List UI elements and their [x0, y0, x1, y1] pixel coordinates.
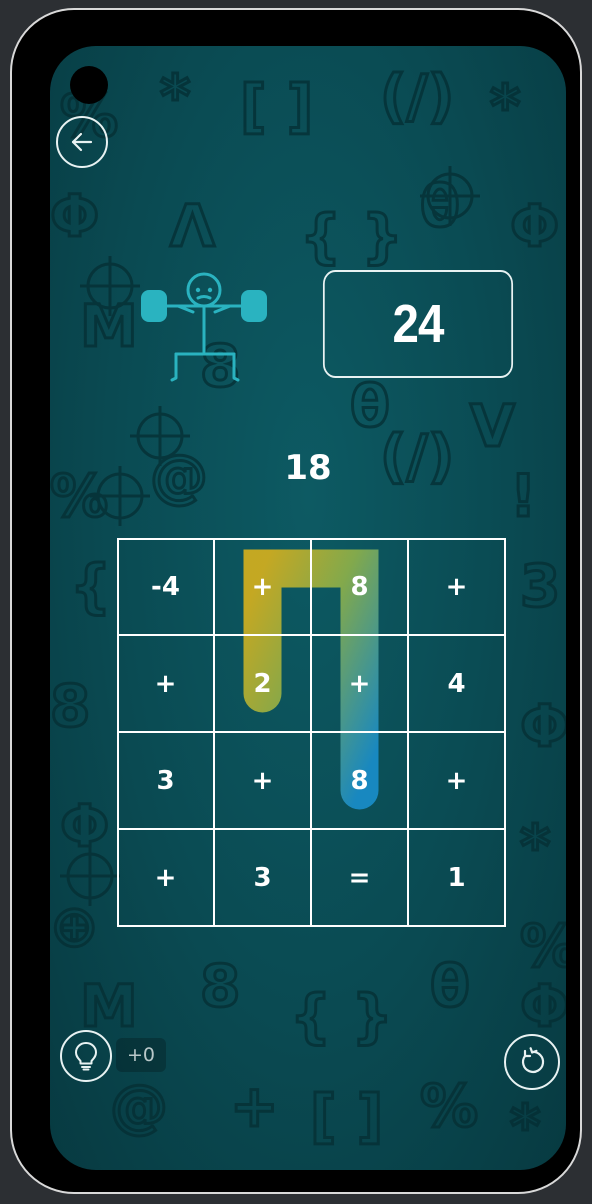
grid-cell[interactable]: 1 [408, 829, 505, 926]
game-screen: %*[ ](/)* ΦΛ{ }θΦ M8θV %@(/)! {38Φ Φ*⊕% … [50, 46, 566, 1170]
puzzle-grid: -4 + 8 + + 2 + 4 3 + 8 + + 3 = 1 [117, 538, 506, 927]
hint-count: +0 [116, 1038, 166, 1072]
grid-cell[interactable]: 4 [408, 635, 505, 732]
svg-text:%: % [520, 912, 566, 980]
arrow-left-icon [71, 132, 93, 152]
grid-cell[interactable]: 3 [214, 829, 311, 926]
svg-text:Φ: Φ [520, 692, 566, 760]
grid-cell[interactable]: 3 [117, 732, 214, 829]
restart-icon [522, 1047, 545, 1073]
restart-button[interactable] [504, 1034, 560, 1090]
grid-cell[interactable]: + [311, 635, 408, 732]
svg-text:+: + [230, 1072, 279, 1140]
grid-cell[interactable]: + [214, 732, 311, 829]
svg-text:*: * [160, 62, 190, 130]
current-value: 18 [284, 448, 332, 488]
phone-frame: %*[ ](/)* ΦΛ{ }θΦ M8θV %@(/)! {38Φ Φ*⊕% … [10, 8, 582, 1194]
svg-text:*: * [510, 1092, 540, 1160]
grid-cell[interactable]: + [214, 538, 311, 635]
svg-text:8: 8 [50, 672, 90, 740]
svg-text:θ: θ [430, 952, 470, 1020]
svg-text:Φ: Φ [60, 792, 109, 860]
svg-text:%: % [420, 1072, 478, 1140]
target-number: 24 [322, 270, 514, 378]
grid-cell[interactable]: + [408, 538, 505, 635]
svg-text:Λ: Λ [170, 192, 215, 260]
svg-text:*: * [520, 812, 550, 880]
svg-text:3: 3 [520, 552, 560, 620]
svg-text:*: * [490, 72, 520, 140]
svg-text:θ: θ [420, 172, 460, 240]
svg-text:8: 8 [200, 952, 240, 1020]
svg-text:[ ]: [ ] [310, 1082, 383, 1150]
grid-cell[interactable]: -4 [117, 538, 214, 635]
svg-text:(/): (/) [380, 62, 454, 130]
grid-cell[interactable]: + [117, 829, 214, 926]
svg-text:{ }: { } [300, 202, 403, 270]
grid-cell[interactable]: 2 [214, 635, 311, 732]
svg-text:[ ]: [ ] [240, 72, 313, 140]
svg-text:{ }: { } [290, 982, 393, 1050]
camera-cutout [70, 66, 108, 104]
svg-text:{: { [70, 552, 111, 620]
hint-button[interactable] [60, 1030, 112, 1082]
grid-cell[interactable]: + [408, 732, 505, 829]
svg-text:Φ: Φ [50, 182, 99, 250]
lightbulb-icon [75, 1042, 97, 1071]
svg-text:Φ: Φ [520, 972, 566, 1040]
grid-cell[interactable]: 8 [311, 732, 408, 829]
grid-cell[interactable]: 8 [311, 538, 408, 635]
back-button[interactable] [56, 116, 108, 168]
weightlifter-icon [141, 272, 267, 382]
grid-cell[interactable]: + [117, 635, 214, 732]
svg-text:@: @ [110, 1072, 168, 1140]
svg-text:Φ: Φ [510, 192, 559, 260]
grid-cell[interactable]: = [311, 829, 408, 926]
